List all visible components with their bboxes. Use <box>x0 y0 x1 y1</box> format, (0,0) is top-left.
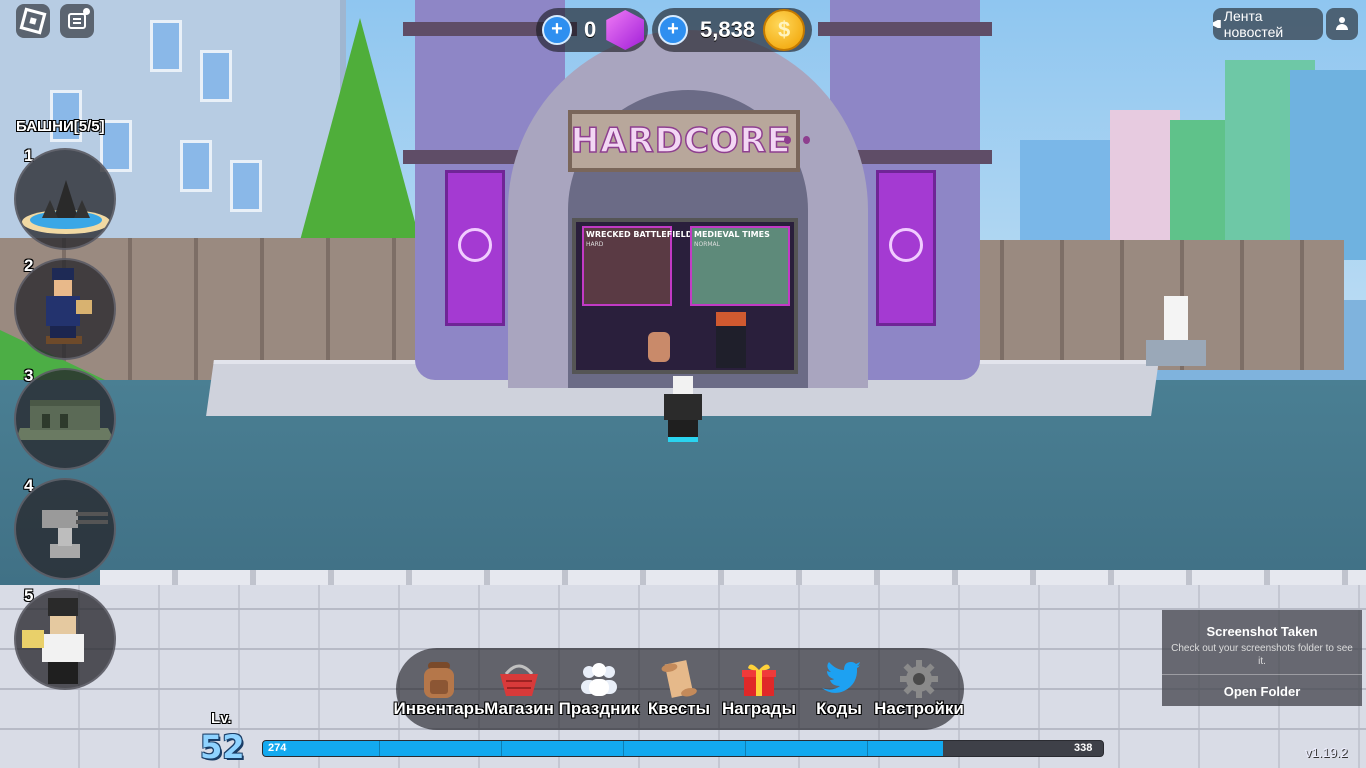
poster-title: WRECKED BATTLEFIELD <box>586 230 693 239</box>
crystal-tower-icon <box>22 180 110 234</box>
toast-message: Check out your screenshots folder to see… <box>1171 643 1353 667</box>
open-folder-button[interactable]: Open Folder <box>1162 674 1362 707</box>
coins-counter: + 5,838 $ <box>652 8 812 52</box>
menu-label: Настройки <box>874 699 964 718</box>
notification-dot-icon <box>83 8 90 15</box>
tower-slot-5[interactable] <box>14 588 116 690</box>
basket-icon <box>500 664 538 696</box>
hardcore-sign-text: HARDCORE <box>570 120 792 162</box>
add-coins-button[interactable]: + <box>658 15 688 45</box>
banner-right <box>876 170 936 326</box>
news-feed-label: Лента новостей <box>1223 8 1284 40</box>
gear-icon <box>900 660 938 698</box>
coin-icon: $ <box>763 9 806 51</box>
npc-pet <box>648 332 670 362</box>
turret-tower-icon <box>42 510 108 558</box>
banner-left <box>445 170 505 326</box>
soldier-tower-icon <box>46 268 92 344</box>
hardcore-sign: HARDCORE <box>568 110 811 172</box>
gem-icon <box>606 10 645 50</box>
user-icon <box>1336 17 1348 31</box>
scroll-icon <box>661 660 697 698</box>
main-menu-bar: Инвентарь Магазин Праздник Квесты Наград… <box>393 648 964 730</box>
coins-value: 5,838 <box>700 17 756 42</box>
commander-tower-icon <box>22 598 84 684</box>
toast-title: Screenshot Taken <box>1206 624 1318 639</box>
poster-difficulty: HARD <box>586 241 604 248</box>
screenshot-toast: Screenshot Taken Check out your screensh… <box>1162 610 1362 706</box>
roblox-menu-button[interactable] <box>16 4 50 38</box>
tower-slot-1[interactable] <box>14 148 116 250</box>
poster-title: MEDIEVAL TIMES <box>694 230 770 239</box>
xp-max: 338 <box>1074 742 1093 754</box>
roblox-logo-icon <box>19 7 47 35</box>
map-poster-medieval-times: MEDIEVAL TIMES NORMAL <box>690 226 790 306</box>
hardcore-castle: HARDCORE WRECKED BATTLEFIELD HARD MEDIEV… <box>390 0 992 388</box>
map-portal[interactable]: WRECKED BATTLEFIELD HARD MEDIEVAL TIMES … <box>572 218 798 374</box>
map-poster-wrecked-battlefield: WRECKED BATTLEFIELD HARD <box>582 226 693 306</box>
people-icon <box>581 663 617 696</box>
profile-button[interactable] <box>1326 8 1358 40</box>
wooden-fence-right <box>944 240 1344 370</box>
megaphone-icon <box>1213 20 1221 28</box>
tower-slot-4[interactable] <box>14 478 116 580</box>
statue <box>1146 296 1206 370</box>
xp-progress-fill <box>263 741 944 756</box>
houses-background <box>950 60 1366 260</box>
add-gems-button[interactable]: + <box>542 15 572 45</box>
chat-button[interactable] <box>60 4 94 38</box>
news-feed-button[interactable]: Лента новостей <box>1213 8 1323 40</box>
level-label: Lv. <box>211 710 232 727</box>
backpack-icon <box>424 662 454 698</box>
poster-difficulty: NORMAL <box>694 241 721 248</box>
version-label: v1.19.2 <box>1305 745 1348 760</box>
towers-title: БАШНИ[5/5] <box>16 118 105 135</box>
gems-counter: + 0 <box>536 8 648 52</box>
tower-slot-2[interactable] <box>14 258 116 360</box>
twitter-icon <box>822 662 860 693</box>
bunker-tower-icon <box>16 400 114 440</box>
xp-current: 274 <box>268 742 287 754</box>
chat-icon <box>68 13 86 29</box>
menu-settings-button[interactable]: Настройки <box>874 648 964 730</box>
gift-icon <box>742 664 776 696</box>
npc-player <box>716 312 746 368</box>
gems-value: 0 <box>584 17 597 42</box>
level-value: 52 <box>200 728 245 766</box>
player-avatar <box>660 376 706 444</box>
tower-slot-3[interactable] <box>14 368 116 470</box>
xp-progress-bar <box>262 740 1104 757</box>
